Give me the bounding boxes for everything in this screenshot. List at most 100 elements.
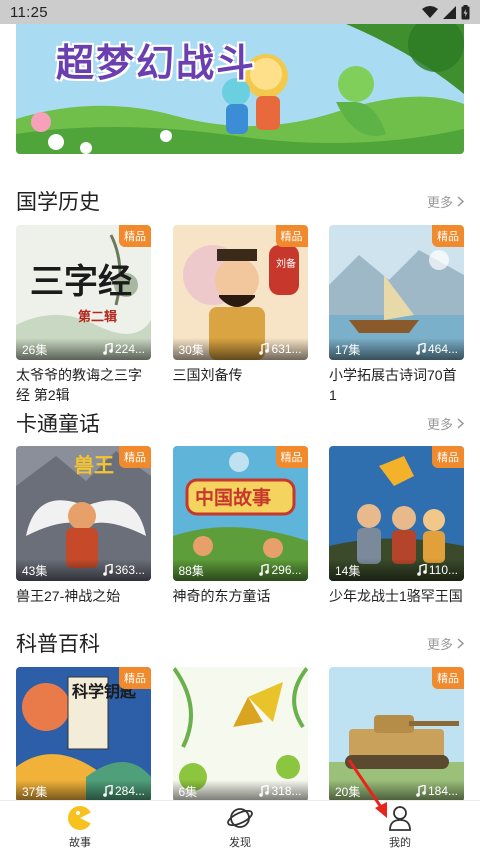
signal-icon xyxy=(443,5,456,19)
play-count-value: 184... xyxy=(427,784,458,798)
cover-footer: 88集 296... xyxy=(172,559,308,581)
album-title: 神奇的东方童话 xyxy=(172,588,271,604)
album-title: 小学拓展古诗词70首 1 xyxy=(329,367,457,403)
episode-count: 30集 xyxy=(178,342,204,357)
album-card[interactable]: 6集 318... xyxy=(172,667,308,802)
premium-badge: 精品 xyxy=(432,667,464,689)
section-row-guoxue: 三字经 第二辑 精品 26集 224... 太爷爷的教诲之三字经 第2辑 刘备 … xyxy=(16,225,464,405)
play-count: 284... xyxy=(103,784,145,798)
more-link[interactable]: 更多 xyxy=(427,414,464,433)
cover-footer: 37集 284... xyxy=(16,780,151,802)
status-time: 11:25 xyxy=(10,3,48,21)
premium-badge: 精品 xyxy=(275,446,308,468)
more-label: 更多 xyxy=(426,636,453,652)
episode-count: 26集 xyxy=(22,342,48,357)
chevron-right-icon xyxy=(457,417,464,429)
music-note-icon xyxy=(259,564,270,576)
section-header-katong: 卡通童话 更多 xyxy=(16,408,464,438)
episode-count: 14集 xyxy=(335,563,361,578)
cover-title-text: 三字经 xyxy=(30,262,132,302)
tab-mine[interactable]: 我的 xyxy=(320,801,480,854)
album-card[interactable]: 精品 17集 464... 小学拓展古诗词70首 1 xyxy=(329,225,464,405)
more-link[interactable]: 更多 xyxy=(427,192,464,211)
section-title: 卡通童话 xyxy=(16,413,100,436)
bottom-tab-bar: 故事 发现 我的 xyxy=(0,800,480,854)
top-banner[interactable]: 超梦幻战斗 xyxy=(16,24,464,154)
section-row-katong: 兽王 精品 43集 363... 兽王27-神战之始 中国故事 精品 88集 2… xyxy=(16,446,464,606)
planet-icon xyxy=(227,808,253,828)
status-icons xyxy=(422,4,470,20)
more-label: 更多 xyxy=(426,416,453,432)
album-cover: 科学钥匙 精品 37集 284... xyxy=(16,667,151,802)
play-count-value: 631... xyxy=(271,342,302,356)
play-count-value: 464... xyxy=(427,342,458,356)
album-cover: 6集 318... xyxy=(172,667,308,802)
play-count-value: 284... xyxy=(114,784,145,798)
music-note-icon xyxy=(416,785,426,797)
play-count: 296... xyxy=(259,563,302,577)
tab-story[interactable]: 故事 xyxy=(0,801,160,854)
album-cover: 刘备 精品 30集 631... xyxy=(172,225,308,360)
play-count-value: 296... xyxy=(271,563,302,577)
play-count: 363... xyxy=(103,563,145,577)
status-bar: 11:25 xyxy=(0,0,480,24)
album-card[interactable]: 科学钥匙 精品 37集 284... xyxy=(16,667,151,802)
play-count: 110... xyxy=(417,563,458,577)
play-count: 184... xyxy=(416,784,458,798)
music-note-icon xyxy=(103,564,113,576)
section-title: 科普百科 xyxy=(16,633,100,656)
play-count-value: 318... xyxy=(271,784,302,798)
album-cover: 三字经 第二辑 精品 26集 224... xyxy=(16,225,151,360)
cover-subtitle-text: 第二辑 xyxy=(78,309,117,325)
premium-badge: 精品 xyxy=(432,446,464,468)
album-card[interactable]: 精品 14集 110... 少年龙战士1骆罕王国 xyxy=(329,446,464,606)
more-link[interactable]: 更多 xyxy=(427,634,464,653)
cover-title-text: 兽王 xyxy=(74,453,114,477)
premium-badge: 精品 xyxy=(119,225,151,247)
banner-title: 超梦幻战斗 xyxy=(56,41,257,85)
episode-count: 17集 xyxy=(335,342,361,357)
album-cover: 精品 17集 464... xyxy=(329,225,464,360)
music-note-icon xyxy=(416,343,426,355)
album-title: 太爷爷的教诲之三字经 第2辑 xyxy=(16,367,142,403)
episode-count: 37集 xyxy=(22,784,48,799)
album-cover: 兽王 精品 43集 363... xyxy=(16,446,151,581)
music-note-icon xyxy=(417,564,427,576)
chevron-right-icon xyxy=(457,195,464,207)
annotation-arrow xyxy=(347,759,387,818)
premium-badge: 精品 xyxy=(119,446,151,468)
cover-footer: 6集 318... xyxy=(172,780,308,802)
album-cover: 精品 14集 110... xyxy=(329,446,464,581)
play-count: 464... xyxy=(416,342,458,356)
premium-badge: 精品 xyxy=(275,225,308,247)
section-header-kepu: 科普百科 更多 xyxy=(16,628,464,658)
tab-label: 故事 xyxy=(69,837,91,849)
cover-footer: 14集 110... xyxy=(329,559,464,581)
tab-label: 发现 xyxy=(229,837,251,849)
album-title: 兽王27-神战之始 xyxy=(16,588,121,604)
cover-footer: 30集 631... xyxy=(172,338,308,360)
play-count-value: 110... xyxy=(428,563,458,577)
album-title: 三国刘备传 xyxy=(172,367,243,383)
episode-count: 6集 xyxy=(178,784,198,799)
wifi-icon xyxy=(422,5,438,18)
play-count-value: 224... xyxy=(114,342,145,356)
album-card[interactable]: 三字经 第二辑 精品 26集 224... 太爷爷的教诲之三字经 第2辑 xyxy=(16,225,151,405)
album-cover: 中国故事 精品 88集 296... xyxy=(172,446,308,581)
more-label: 更多 xyxy=(426,194,453,210)
music-note-icon xyxy=(103,785,113,797)
cover-title-text: 刘备 xyxy=(276,257,296,270)
premium-badge: 精品 xyxy=(119,667,151,689)
tab-discover[interactable]: 发现 xyxy=(160,801,320,854)
section-header-guoxue: 国学历史 更多 xyxy=(16,186,464,216)
music-note-icon xyxy=(103,343,113,355)
cover-footer: 43集 363... xyxy=(16,559,151,581)
cover-footer: 17集 464... xyxy=(329,338,464,360)
section-row-kepu: 科学钥匙 精品 37集 284... 6集 318... 精品 20集 184.… xyxy=(16,667,464,802)
album-card[interactable]: 中国故事 精品 88集 296... 神奇的东方童话 xyxy=(172,446,308,606)
play-count: 318... xyxy=(259,784,302,798)
play-count: 224... xyxy=(103,342,145,356)
album-card[interactable]: 刘备 精品 30集 631... 三国刘备传 xyxy=(172,225,308,405)
album-card[interactable]: 兽王 精品 43集 363... 兽王27-神战之始 xyxy=(16,446,151,606)
story-icon xyxy=(68,806,92,830)
